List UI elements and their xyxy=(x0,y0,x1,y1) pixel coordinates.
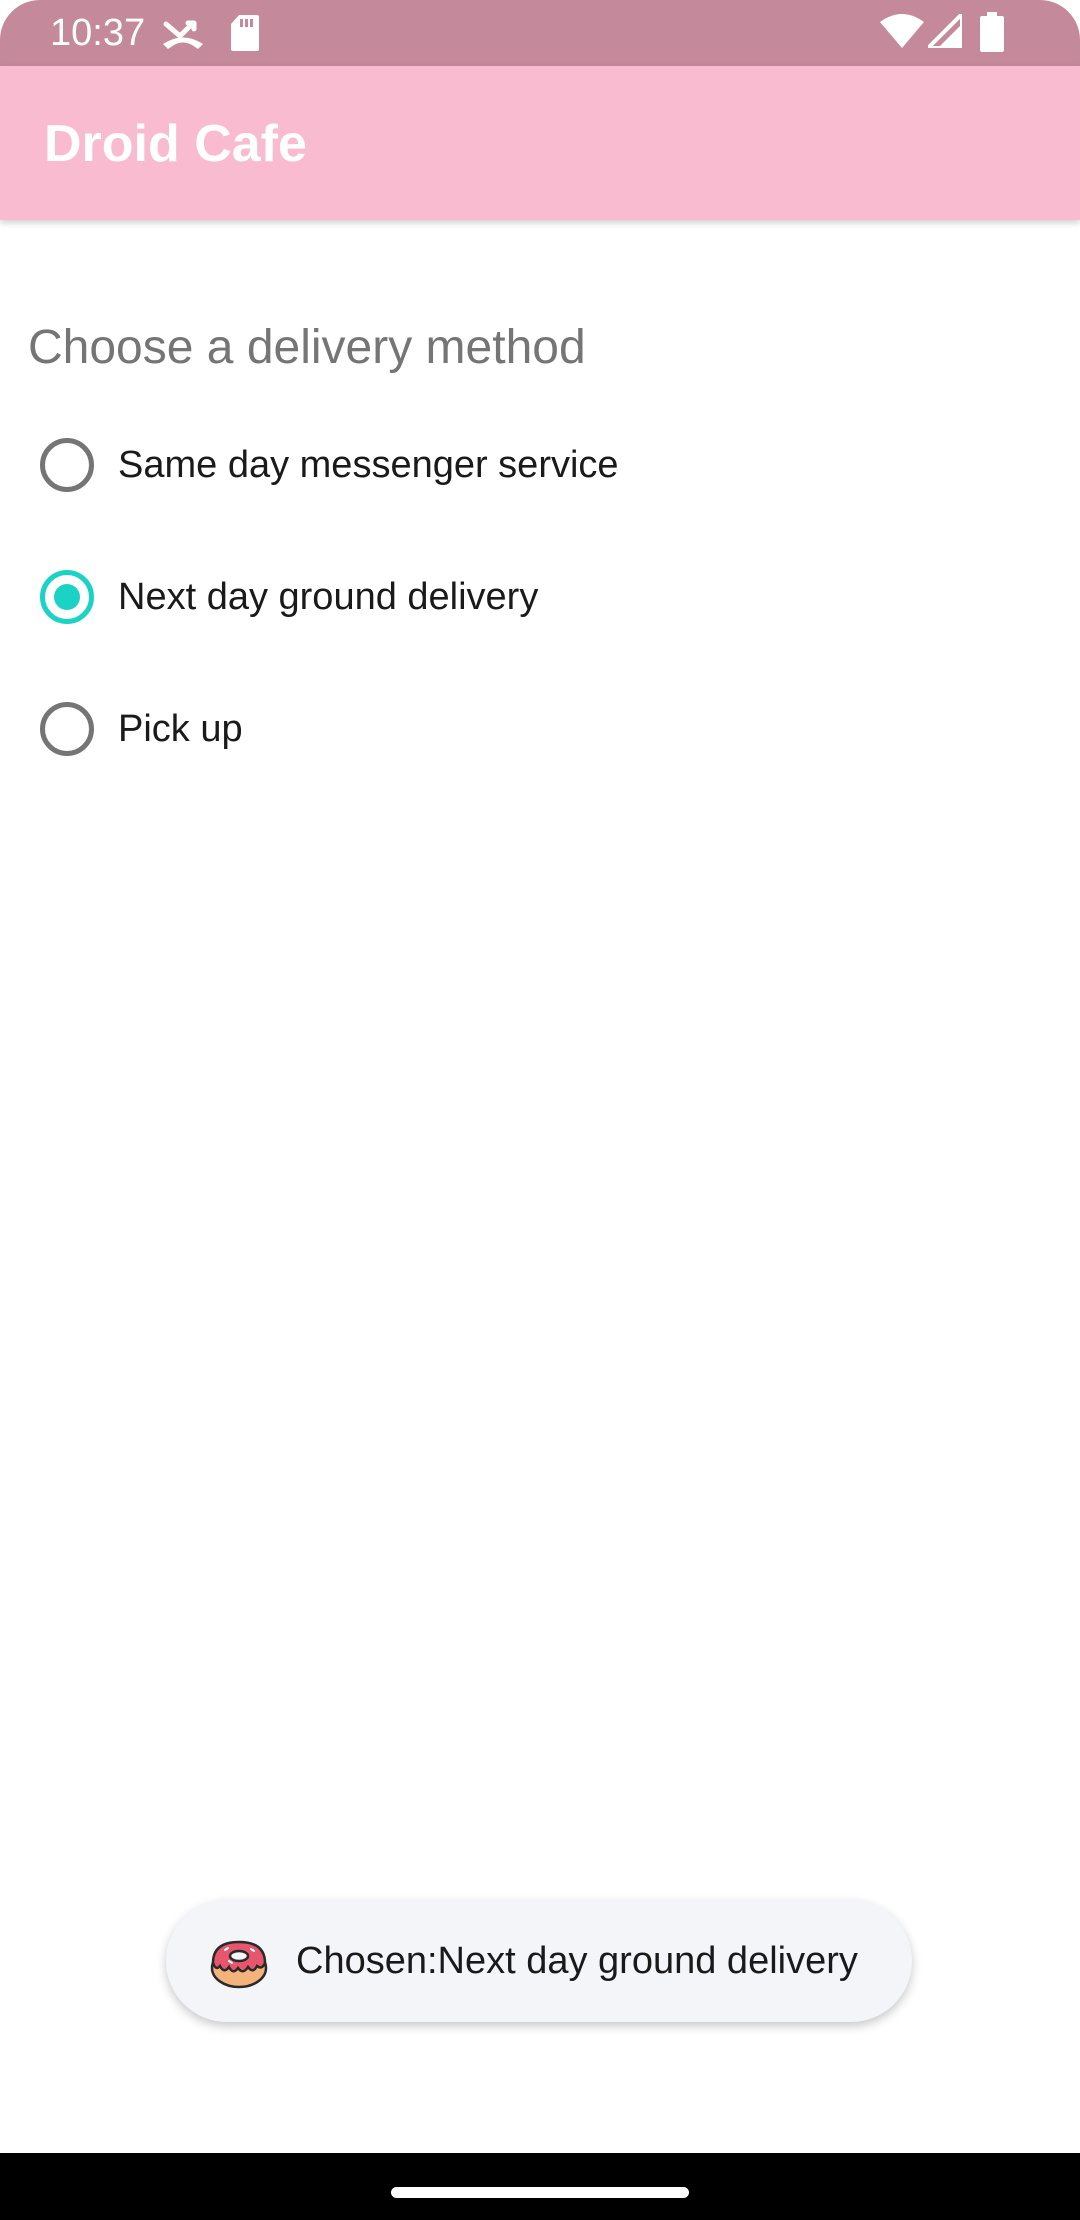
wifi-icon xyxy=(880,14,924,48)
radio-label-pick-up[interactable]: Pick up xyxy=(118,706,243,752)
toast-message: Chosen:Next day ground delivery xyxy=(166,1900,912,2022)
radio-option-pick-up[interactable]: Pick up xyxy=(40,674,1040,784)
app-bar: Droid Cafe xyxy=(0,66,1080,220)
radio-selected-dot xyxy=(54,584,80,610)
navigation-bar xyxy=(0,2153,1080,2220)
toast-text: Chosen:Next day ground delivery xyxy=(296,1939,858,1982)
radio-label-next-day[interactable]: Next day ground delivery xyxy=(118,574,538,620)
radio-label-same-day[interactable]: Same day messenger service xyxy=(118,442,619,488)
status-time: 10:37 xyxy=(50,12,146,54)
radio-option-next-day[interactable]: Next day ground delivery xyxy=(40,542,1040,652)
signal-icon xyxy=(928,14,962,48)
home-indicator[interactable] xyxy=(391,2187,689,2198)
battery-icon xyxy=(980,12,1004,52)
radio-button-next-day[interactable] xyxy=(40,570,94,624)
missed-call-icon xyxy=(163,20,203,49)
donut-icon xyxy=(210,1940,268,1989)
radio-option-same-day[interactable]: Same day messenger service xyxy=(40,410,1040,520)
delivery-heading: Choose a delivery method xyxy=(28,321,586,374)
radio-button-pick-up[interactable] xyxy=(40,702,94,756)
sd-card-icon xyxy=(231,15,259,51)
app-title: Droid Cafe xyxy=(44,115,307,173)
radio-button-same-day[interactable] xyxy=(40,438,94,492)
status-bar: 10:37 xyxy=(0,0,1080,66)
